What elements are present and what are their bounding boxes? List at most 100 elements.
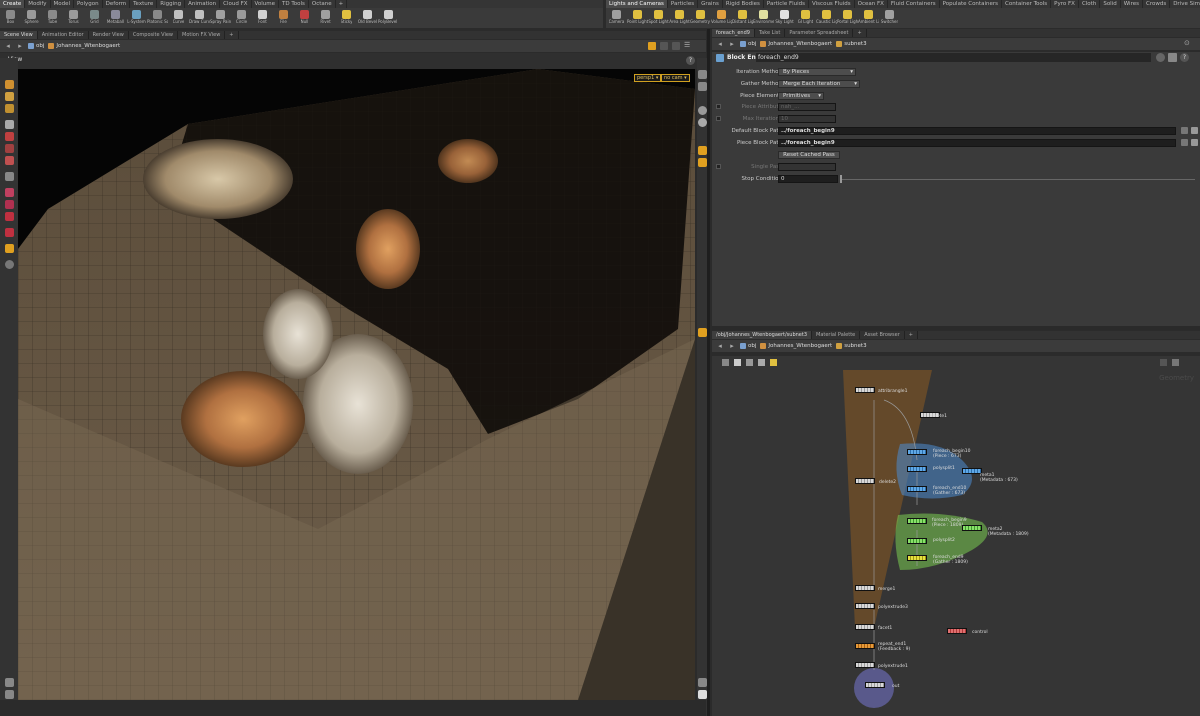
pane-tab[interactable]: foreach_end9 [712,29,755,37]
forward-arrow-icon[interactable]: ▸ [728,342,736,350]
shelf-tool-button[interactable]: Old Bevel [357,8,378,28]
guide-icon[interactable] [5,678,14,687]
jump-icon[interactable] [1191,127,1198,134]
back-arrow-icon[interactable]: ◂ [716,40,724,48]
pane-tab[interactable]: Composite View [129,31,178,39]
shelf-tab[interactable]: Wires [1121,0,1143,8]
shelf-tool-button[interactable]: Switcher [879,8,900,28]
layout-icon[interactable] [758,359,765,366]
shelf-tab[interactable]: Particles [668,0,699,8]
shelf-tool-button[interactable]: Camera [606,8,627,28]
camera-icon[interactable] [672,42,680,50]
shelf-tab[interactable]: Particle Fluids [764,0,810,8]
param-value-field[interactable]: 0 [778,175,838,183]
shelf-tool-button[interactable]: Spot Light [648,8,669,28]
back-arrow-icon[interactable]: ◂ [4,42,12,50]
forward-arrow-icon[interactable]: ▸ [728,40,736,48]
path-segment-obj[interactable]: obj [28,43,44,49]
no-cam-button[interactable]: no cam ▾ [661,74,690,82]
shelf-tab[interactable]: Model [51,0,75,8]
pane-tab[interactable]: Parameter Spreadsheet [785,29,854,37]
shelf-tab[interactable]: Cloud FX [220,0,252,8]
help-icon[interactable]: ? [686,56,695,65]
shelf-tool-button[interactable]: Sphere [21,8,42,28]
shelf-tab[interactable]: Populate Containers [940,0,1002,8]
param-path-field[interactable]: ../foreach_begin9 [778,127,1176,135]
shelf-tool-button[interactable]: Spray Paint [210,8,231,28]
shelf-tab[interactable]: Modify [25,0,51,8]
view-tool-icon[interactable] [5,212,14,221]
3d-viewport[interactable]: persp1 ▾ no cam ▾ [18,69,695,700]
param-path-field[interactable]: ../foreach_begin9 [778,139,1176,147]
shelf-tool-button[interactable]: Portal Light [837,8,858,28]
network-node[interactable] [962,525,982,531]
param-menu[interactable]: Merge Each Iteration ▾ [778,80,860,88]
node-name-field[interactable]: foreach_end9 [756,53,1151,62]
shelf-tool-button[interactable]: L-System [126,8,147,28]
network-node[interactable] [865,682,885,688]
node-chooser-icon[interactable] [1181,127,1188,134]
magnet-tool-icon[interactable] [5,104,14,113]
network-node[interactable] [947,628,967,634]
network-node[interactable] [855,478,875,484]
param-enable-checkbox[interactable] [716,104,721,109]
shelf-tool-button[interactable]: Sticky [336,8,357,28]
zoom-icon[interactable] [1160,359,1167,366]
shelf-tab[interactable]: Polygon [74,0,103,8]
rotate-tool-icon[interactable] [5,144,14,153]
param-slider[interactable] [840,179,1195,180]
shelf-tool-button[interactable]: PolyBevel 1.0 [378,8,399,28]
network-node[interactable] [855,624,875,630]
param-enable-checkbox[interactable] [716,164,721,169]
shelf-tool-button[interactable]: Sky Light [774,8,795,28]
pane-tab[interactable]: Take List [755,29,786,37]
pin-icon[interactable]: ⊙ [1184,39,1190,47]
shelf-tool-button[interactable]: Platonic Sol... [147,8,168,28]
shelf-tab[interactable]: Create [0,0,26,8]
shelf-tool-button[interactable]: Font [252,8,273,28]
shelf-tool-button[interactable]: Draw Curve [189,8,210,28]
shelf-tab[interactable]: Deform [103,0,131,8]
move-tool-icon[interactable] [5,132,14,141]
shelf-tab[interactable]: Animation [185,0,221,8]
shelf-tab[interactable]: Texture [130,0,158,8]
help-book-icon[interactable] [1168,53,1177,62]
brush-tool-icon[interactable] [5,200,14,209]
display-icon[interactable] [698,70,707,79]
select-tool-icon[interactable] [5,80,14,89]
pose-tool-icon[interactable] [5,188,14,197]
shelf-tab[interactable]: Container Tools [1002,0,1052,8]
shelf-tool-button[interactable]: GI Light [795,8,816,28]
shelf-tab[interactable]: Viscous Fluids [809,0,855,8]
flipbook-icon[interactable] [698,328,707,337]
param-menu[interactable]: Primitives ▾ [778,92,824,100]
lasso-tool-icon[interactable] [5,92,14,101]
shelf-tool-button[interactable]: Rivet [315,8,336,28]
path-segment-object[interactable]: Johannes_Wtenbogaert [760,343,832,349]
shelf-tool-button[interactable]: Metaball [105,8,126,28]
snapshot-icon[interactable] [698,678,707,687]
pane-tab[interactable]: + [225,31,239,39]
shelf-tool-button[interactable]: File [273,8,294,28]
network-node[interactable] [855,662,875,668]
lights-icon[interactable] [698,82,707,91]
network-node[interactable] [907,538,927,544]
shading-icon[interactable] [698,106,707,115]
shelf-tab[interactable]: Ocean FX [855,0,888,8]
shelf-tool-button[interactable]: Null [294,8,315,28]
shelf-tool-button[interactable]: Point Light [627,8,648,28]
network-node[interactable] [855,585,875,591]
list-view-icon[interactable] [722,359,729,366]
path-segment-subnet[interactable]: subnet3 [836,343,867,349]
link-icon[interactable] [660,42,668,50]
display-options-icon[interactable] [5,690,14,699]
help-icon[interactable]: ? [1180,53,1189,62]
shelf-tool-button[interactable]: Geometry L... [690,8,711,28]
shelf-tab[interactable]: Rigid Bodies [723,0,764,8]
shelf-tab[interactable]: Crowds [1143,0,1171,8]
scale-tool-icon[interactable] [5,156,14,165]
node-chooser-icon[interactable] [1181,139,1188,146]
network-editor[interactable]: Geometry attribrangle1 delete1 foreach_beg… [712,370,1200,716]
back-arrow-icon[interactable]: ◂ [716,342,724,350]
shelf-tool-button[interactable]: Curve [168,8,189,28]
